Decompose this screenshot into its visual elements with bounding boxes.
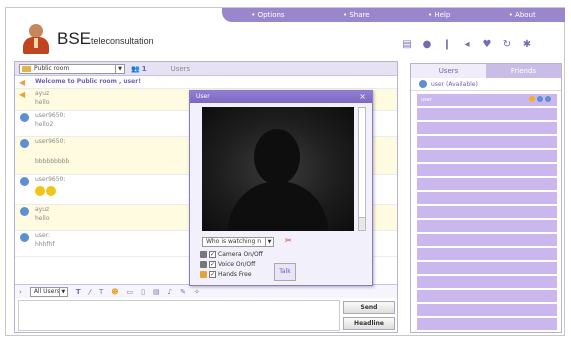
send-button[interactable]: Send (343, 301, 395, 314)
users-count-icon: 👥 (131, 64, 140, 73)
app-window: Options Share Help About BSE teleconsult… (5, 7, 565, 336)
tab-friends[interactable]: Friends (486, 64, 561, 78)
toolbar: ▤ ● ❙ ◂ ♥ ↻ ✱ (401, 39, 533, 51)
status-icon (529, 96, 535, 102)
voice-checkbox[interactable]: ✓ (209, 261, 216, 268)
italic-icon[interactable]: / (89, 288, 91, 296)
camera-toggle[interactable]: ✓ Camera On/Off (200, 251, 263, 258)
user-name: user (421, 97, 432, 103)
users-count: 1 (141, 64, 147, 73)
chevron-down-icon: ▼ (265, 238, 273, 246)
logo-main-text: BSE (57, 29, 92, 48)
users-label: Users (170, 64, 191, 73)
speaker-icon: ◀ (19, 78, 26, 87)
hands-free-toggle[interactable]: ✓ Hands Free (200, 271, 252, 278)
file-icon[interactable]: ▯ (141, 288, 145, 296)
avatar-icon[interactable]: ● (421, 39, 433, 51)
speaker-icon: ◀ (19, 90, 26, 99)
message-input[interactable] (18, 300, 340, 331)
close-icon[interactable]: × (359, 91, 366, 103)
user-list: user (417, 94, 557, 330)
info-icon[interactable]: ❙ (441, 39, 453, 51)
welcome-message: Welcome to Public room , user! (35, 78, 141, 85)
camera-label: Camera On/Off (218, 251, 263, 258)
app-logo: BSE teleconsultation (21, 24, 154, 54)
nav-help[interactable]: Help (428, 11, 450, 19)
recipient-select-value: All Users (33, 287, 60, 295)
room-bar: Public room ▼ 👥 1 Users (15, 62, 397, 76)
video-scrollbar[interactable] (358, 107, 366, 231)
snapshot-icon[interactable]: ✂ (285, 236, 292, 245)
camera-checkbox[interactable]: ✓ (209, 251, 216, 258)
popup-title-bar[interactable]: User × (190, 91, 372, 103)
hand-icon (200, 271, 207, 278)
users-panel: Users Friends user (Available) user (410, 63, 562, 333)
star-icon[interactable]: ✱ (521, 39, 533, 51)
refresh-icon[interactable]: ↻ (501, 39, 513, 51)
popup-title: User (196, 93, 210, 100)
hands-free-label: Hands Free (218, 271, 252, 278)
chevron-down-icon: ▼ (58, 287, 67, 296)
users-tabs: Users Friends (411, 64, 561, 78)
mic-icon (200, 261, 207, 268)
camera-icon (537, 96, 543, 102)
mic-icon (545, 96, 551, 102)
current-user-label: user (Available) (431, 80, 478, 88)
user-status-icon (419, 80, 427, 88)
room-select-value: Public room (34, 64, 70, 72)
nav-about[interactable]: About (509, 11, 536, 19)
music-icon[interactable]: ♪ (168, 288, 172, 296)
voice-label: Voice On/Off (218, 261, 256, 268)
format-toolbar: › All Users ▼ T / T ☻ ▭ ▯ ▤ ♪ ✎ ✧ (15, 284, 397, 298)
logo-sub-text: teleconsultation (91, 36, 154, 46)
recipient-select[interactable]: All Users ▼ (29, 286, 68, 297)
user-video-popup: User × Who is watching n ▼ ✂ ✓ Camera On… (189, 90, 373, 286)
emoticon-icon[interactable]: ☻ (111, 288, 118, 296)
sound-icon[interactable]: ◂ (461, 39, 473, 51)
current-user[interactable]: user (Available) (411, 78, 561, 91)
headline-button[interactable]: Headline (343, 317, 395, 330)
pencil-icon[interactable]: ✎ (180, 288, 186, 296)
voice-toggle[interactable]: ✓ Voice On/Off (200, 261, 255, 268)
list-item: ◀ Welcome to Public room , user! (15, 77, 397, 89)
list-item[interactable]: user (417, 94, 557, 106)
nav-options[interactable]: Options (251, 11, 285, 19)
hands-free-checkbox[interactable]: ✓ (209, 271, 216, 278)
silhouette-icon (254, 129, 300, 185)
user-avatar-icon (20, 139, 29, 148)
text-color-icon[interactable]: T (99, 288, 103, 296)
user-avatar-icon (20, 233, 29, 242)
user-avatar-icon (20, 177, 29, 186)
bold-icon[interactable]: T (76, 288, 81, 296)
expand-icon[interactable]: › (19, 288, 22, 296)
doc-icon[interactable]: ▤ (153, 288, 160, 296)
doctor-logo-icon (21, 24, 51, 54)
top-navigation: Options Share Help About (222, 8, 565, 22)
watching-select-value: Who is watching n (206, 238, 262, 245)
chat-icon[interactable]: ▤ (401, 39, 413, 51)
room-icon (22, 65, 31, 72)
camera-icon (200, 251, 207, 258)
room-select[interactable]: Public room ▼ (19, 63, 125, 74)
clear-icon[interactable]: ✧ (194, 288, 200, 296)
talk-button[interactable]: Talk (274, 263, 296, 281)
nav-share[interactable]: Share (343, 11, 369, 19)
heart-icon[interactable]: ♥ (481, 39, 493, 51)
user-avatar-icon (20, 207, 29, 216)
video-view (202, 107, 354, 231)
watching-select[interactable]: Who is watching n ▼ (202, 237, 274, 247)
tab-users[interactable]: Users (411, 64, 486, 78)
user-avatar-icon (20, 113, 29, 122)
image-icon[interactable]: ▭ (127, 288, 134, 296)
chevron-down-icon: ▼ (115, 64, 124, 73)
